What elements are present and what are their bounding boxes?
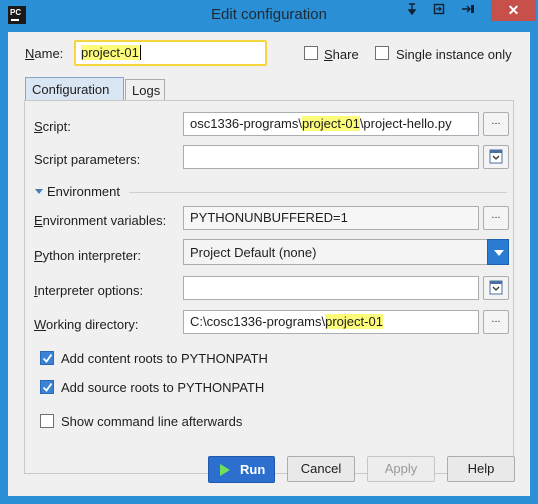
environment-heading: Environment [47, 184, 120, 199]
show-command-line-checkbox[interactable] [40, 414, 54, 428]
title-bar: PC Edit configuration ✕ [0, 0, 538, 32]
pin-icon[interactable] [405, 3, 419, 17]
dropdown-arrow-icon[interactable] [487, 239, 509, 265]
python-interpreter-label: Python interpreter: [34, 248, 141, 263]
share-label: Share [324, 47, 359, 62]
tab-logs[interactable]: Logs [125, 79, 165, 101]
run-label: Run [240, 462, 266, 477]
script-parameters-input[interactable] [183, 145, 479, 169]
add-content-roots-checkbox[interactable] [40, 351, 54, 365]
window-title: Edit configuration [211, 6, 327, 23]
apply-button[interactable]: Apply [367, 456, 435, 482]
name-input[interactable]: project-01 [74, 40, 267, 66]
dialog-body: Name: project-01 Share Single instance o… [8, 32, 530, 496]
name-value: project-01 [81, 45, 139, 60]
cancel-button[interactable]: Cancel [287, 456, 355, 482]
window-close-button[interactable]: ✕ [491, 0, 536, 21]
interpreter-options-input[interactable] [183, 276, 479, 300]
env-vars-browse-button[interactable]: ... [483, 206, 509, 230]
script-label: Script: [34, 119, 71, 134]
python-interpreter-select[interactable]: Project Default (none) [183, 239, 509, 265]
working-directory-input[interactable]: C:\cosc1336-programs\project-01 [183, 310, 479, 334]
script-parameters-label: Script parameters: [34, 152, 141, 167]
add-content-roots-label: Add content roots to PYTHONPATH [61, 351, 268, 366]
interpreter-options-label: Interpreter options: [34, 283, 144, 298]
single-instance-label: Single instance only [396, 47, 512, 62]
script-path-input[interactable]: osc1336-programs\project-01\project-hell… [183, 112, 479, 136]
configuration-panel: Script: osc1336-programs\project-01\proj… [24, 100, 514, 474]
expand-editor-icon [489, 149, 503, 164]
run-button[interactable]: Run [208, 456, 275, 483]
restore-window-icon[interactable] [432, 3, 446, 17]
edit-configuration-window: PC Edit configuration ✕ Name: project-01… [0, 0, 538, 504]
environment-separator [129, 192, 507, 193]
python-interpreter-value: Project Default (none) [190, 245, 317, 260]
single-instance-checkbox[interactable] [375, 46, 389, 60]
tab-configuration[interactable]: Configuration [25, 77, 124, 101]
expand-interpreter-options-button[interactable] [483, 276, 509, 300]
collapse-triangle-icon[interactable] [35, 189, 43, 194]
env-vars-input[interactable]: PYTHONUNBUFFERED=1 [183, 206, 479, 230]
env-vars-label: Environment variables: [34, 213, 167, 228]
play-icon [220, 464, 230, 476]
help-button[interactable]: Help [447, 456, 515, 482]
add-source-roots-label: Add source roots to PYTHONPATH [61, 380, 265, 395]
name-label: Name: [25, 46, 64, 61]
expand-parameters-button[interactable] [483, 145, 509, 169]
checkmark-icon [42, 353, 53, 363]
working-directory-browse-button[interactable]: ... [483, 310, 509, 334]
add-source-roots-checkbox[interactable] [40, 380, 54, 394]
script-browse-button[interactable]: ... [483, 112, 509, 136]
show-command-line-label: Show command line afterwards [61, 414, 243, 429]
dock-icon[interactable] [461, 3, 475, 17]
expand-editor-icon [489, 280, 503, 295]
checkmark-icon [42, 382, 53, 392]
close-icon: ✕ [507, 2, 520, 18]
share-checkbox[interactable] [304, 46, 318, 60]
working-directory-label: Working directory: [34, 317, 139, 332]
